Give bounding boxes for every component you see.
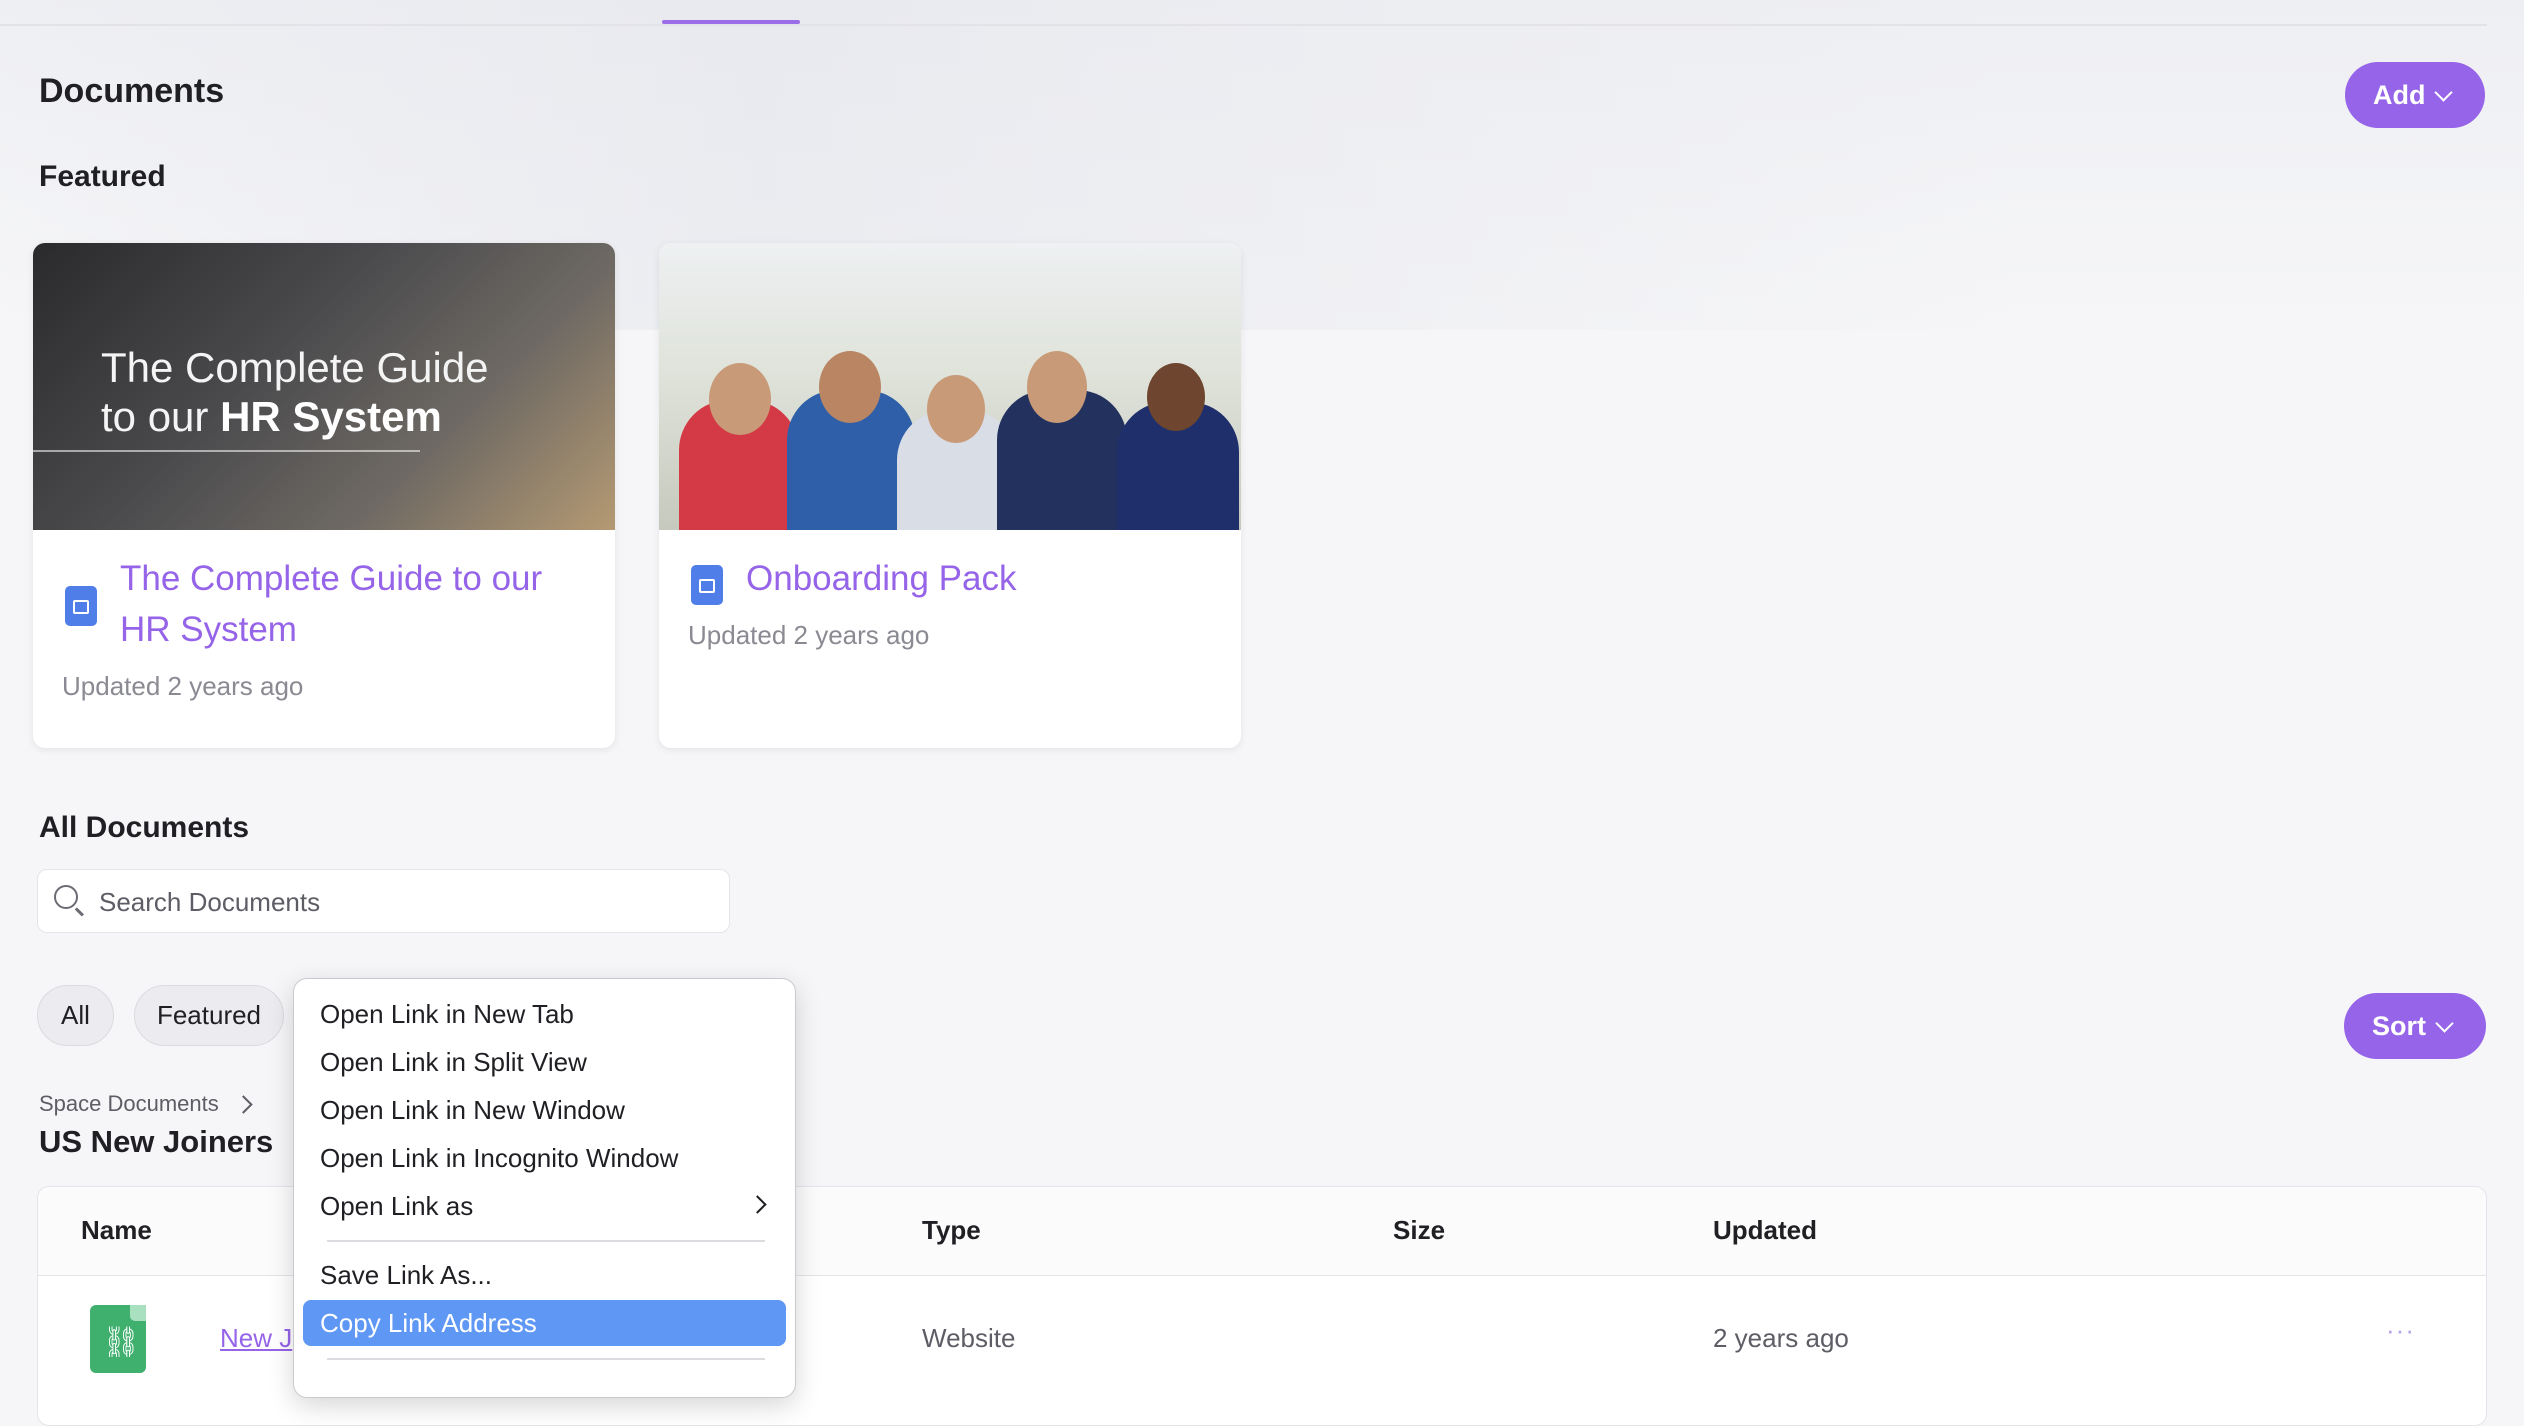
context-menu: Open Link in New Tab Open Link in Split …	[293, 978, 796, 1398]
sort-button-label: Sort	[2372, 1010, 2426, 1041]
card-thumbnail	[659, 243, 1241, 530]
column-header-updated[interactable]: Updated	[1713, 1215, 1817, 1246]
menu-item-save-link-as[interactable]: Save Link As...	[303, 1252, 786, 1298]
add-button-label: Add	[2373, 79, 2426, 110]
active-tab-indicator	[662, 20, 800, 24]
column-header-type[interactable]: Type	[922, 1215, 981, 1246]
more-options-icon[interactable]: ···	[2386, 1315, 2415, 1346]
tab-bar-divider	[0, 24, 2487, 26]
featured-heading: Featured	[39, 160, 166, 193]
thumbnail-rule	[33, 450, 420, 452]
chevron-down-icon	[2435, 1013, 2454, 1033]
column-header-name[interactable]: Name	[81, 1215, 152, 1246]
card-title[interactable]: Onboarding Pack	[746, 553, 1016, 604]
menu-item-label: Open Link as	[320, 1190, 474, 1221]
menu-item-open-new-window[interactable]: Open Link in New Window	[303, 1087, 786, 1133]
add-button[interactable]: Add	[2345, 62, 2485, 128]
chevron-down-icon	[2434, 82, 2454, 102]
menu-item-open-split-view[interactable]: Open Link in Split View	[303, 1039, 786, 1085]
thumbnail-caption: The Complete Guide to our HR System	[101, 344, 489, 440]
chevron-right-icon	[748, 1195, 767, 1214]
menu-item-copy-link-address[interactable]: Copy Link Address	[303, 1300, 786, 1346]
sort-button[interactable]: Sort	[2344, 993, 2486, 1059]
featured-card-onboarding[interactable]: Onboarding Pack Updated 2 years ago	[659, 243, 1241, 748]
document-updated: 2 years ago	[1713, 1323, 1849, 1353]
document-icon	[691, 565, 723, 605]
card-title[interactable]: The Complete Guide to our HR System	[120, 553, 542, 655]
search-icon	[54, 885, 78, 909]
document-type: Website	[922, 1323, 1016, 1353]
menu-item-open-incognito[interactable]: Open Link in Incognito Window	[303, 1135, 786, 1181]
link-file-icon	[90, 1305, 146, 1373]
menu-item-open-link-as[interactable]: Open Link as	[303, 1183, 786, 1229]
search-box[interactable]	[37, 869, 730, 934]
search-input[interactable]	[97, 870, 701, 934]
document-link[interactable]: New J	[220, 1323, 292, 1354]
folder-title: US New Joiners	[39, 1124, 274, 1159]
menu-separator	[327, 1240, 765, 1242]
filter-chip-featured[interactable]: Featured	[134, 985, 284, 1046]
breadcrumb-item-space-documents[interactable]: Space Documents	[39, 1091, 219, 1117]
featured-card-hr-guide[interactable]: The Complete Guide to our HR System The …	[33, 243, 615, 748]
page-title: Documents	[39, 72, 225, 110]
chevron-right-icon	[234, 1094, 253, 1114]
filter-chip-all[interactable]: All	[37, 985, 114, 1046]
menu-item-open-new-tab[interactable]: Open Link in New Tab	[303, 991, 786, 1037]
document-icon	[65, 586, 97, 626]
menu-separator	[327, 1358, 765, 1360]
card-updated: Updated 2 years ago	[62, 671, 304, 701]
breadcrumb: Space Documents	[39, 1091, 253, 1117]
card-updated: Updated 2 years ago	[688, 620, 930, 650]
all-documents-heading: All Documents	[39, 811, 250, 844]
card-thumbnail: The Complete Guide to our HR System	[33, 243, 615, 530]
column-header-size[interactable]: Size	[1393, 1215, 1445, 1246]
